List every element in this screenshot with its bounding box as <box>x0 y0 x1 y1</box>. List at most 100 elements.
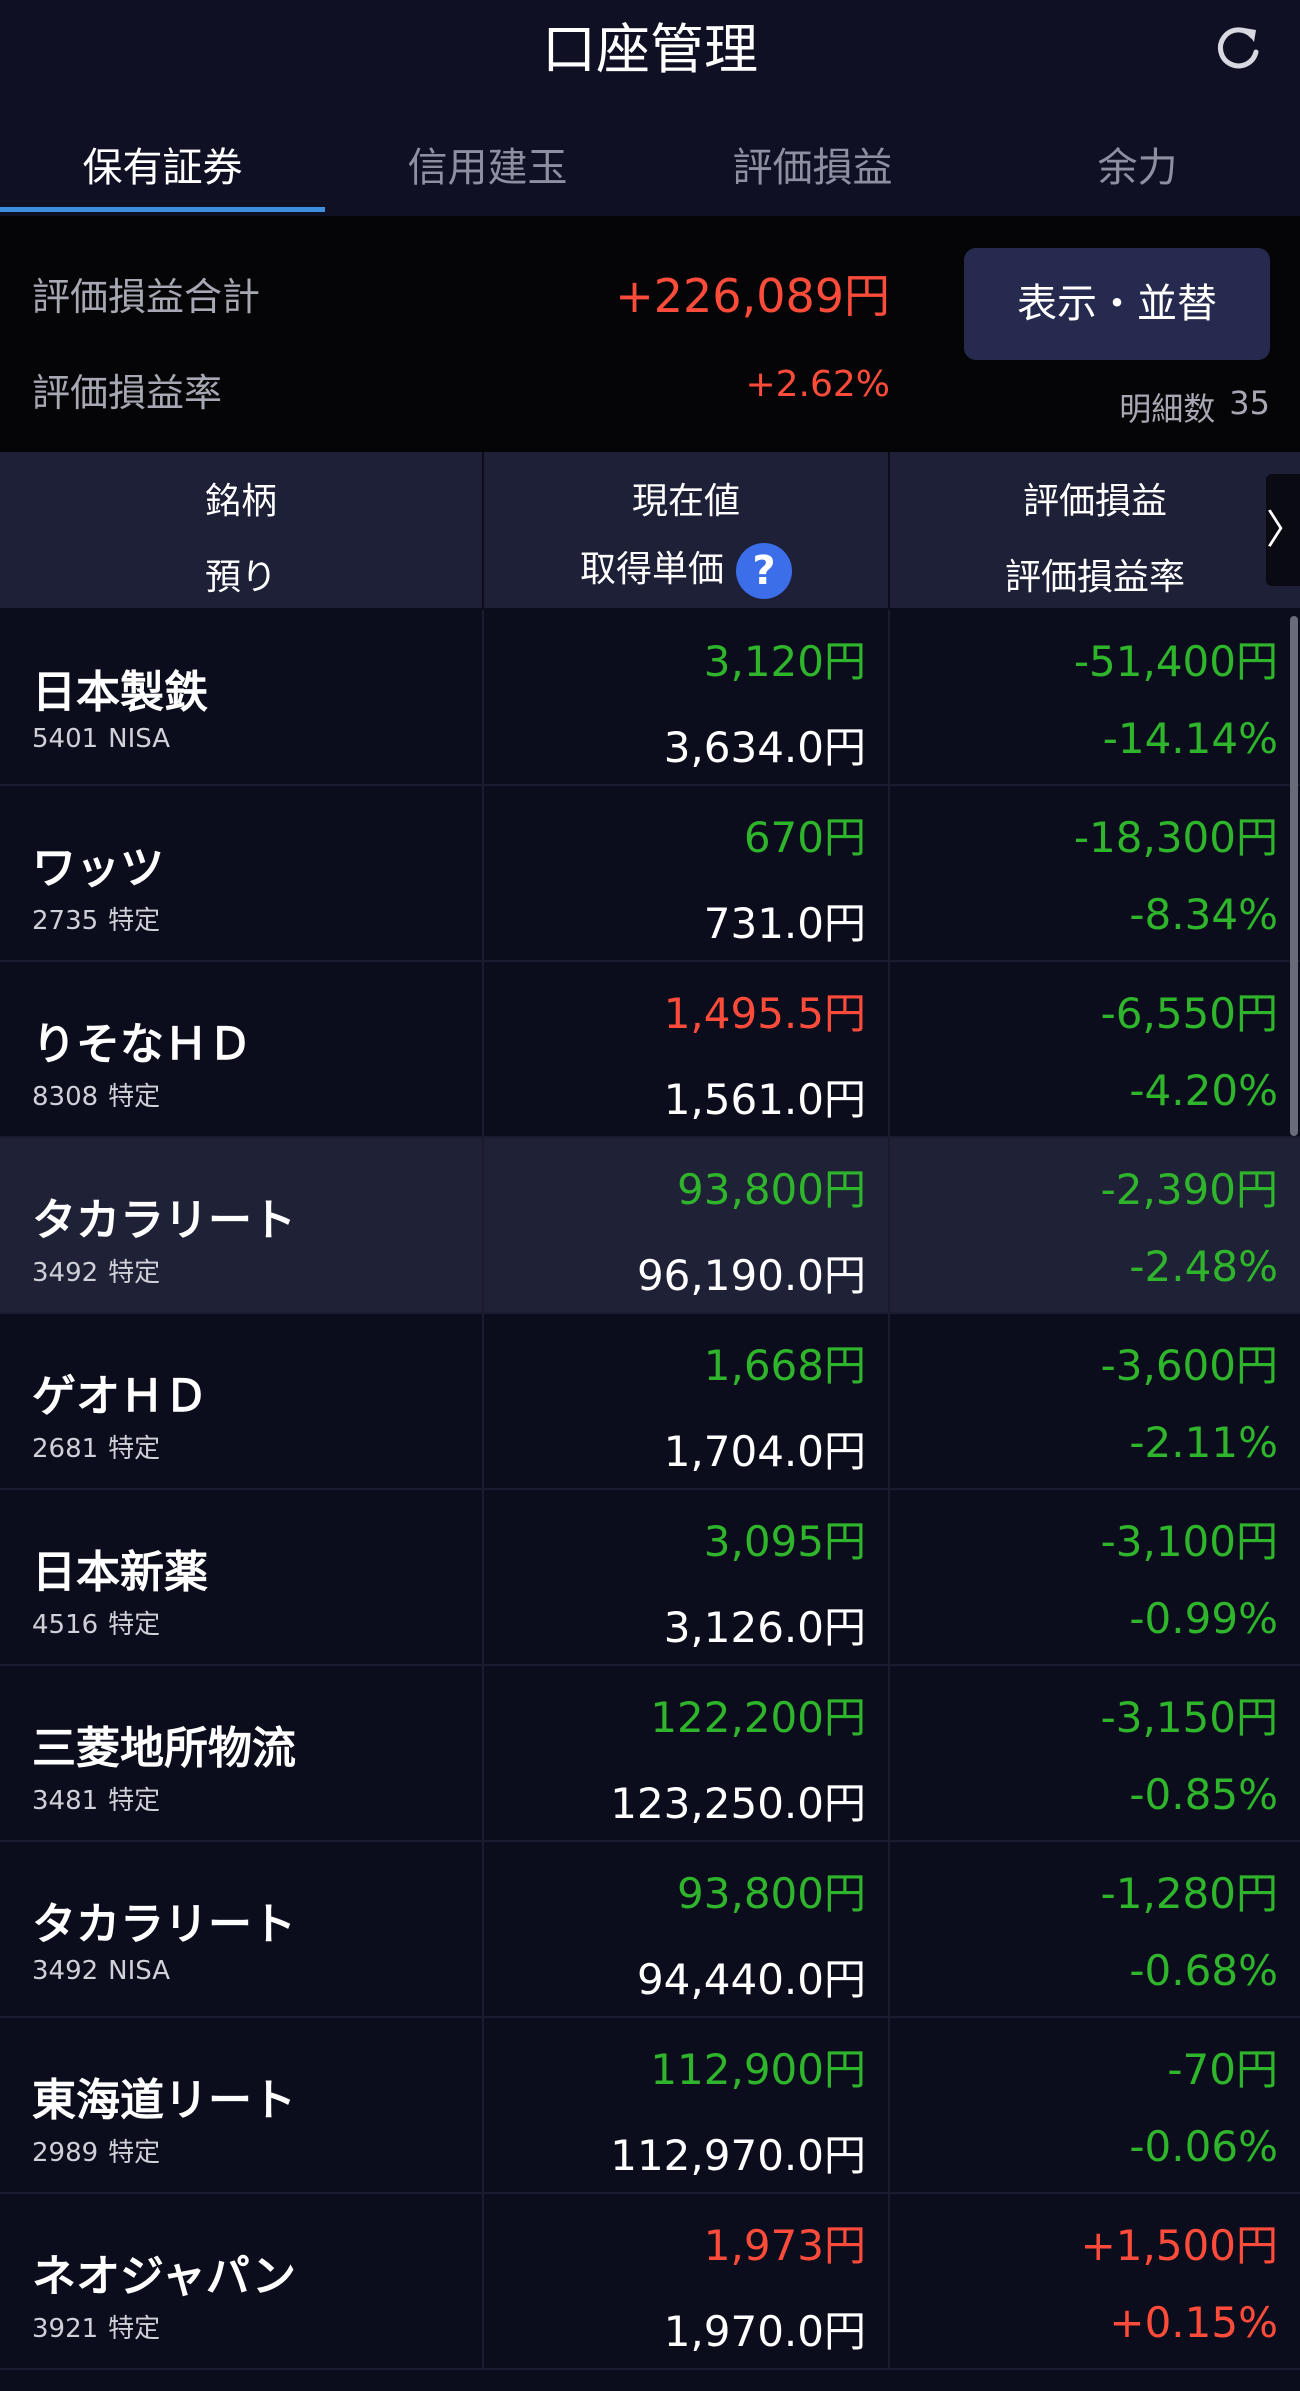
valuation-pl-rate: -0.68% <box>1129 1946 1278 1995</box>
acquisition-cost: 1,561.0円 <box>663 1075 866 1124</box>
table-row[interactable]: ゲオＨＤ 2681 特定 1,668円 1,704.0円 -3,600円 -2.1… <box>0 1314 1300 1490</box>
total-pl-value: +226,089円 <box>615 269 890 323</box>
current-price: 3,120円 <box>703 637 866 686</box>
refresh-icon[interactable] <box>1208 18 1268 78</box>
stock-meta: 8308 特定 <box>32 1076 160 1113</box>
valuation-pl: -3,150円 <box>1100 1693 1278 1742</box>
stock-meta: 2681 特定 <box>32 1428 160 1465</box>
item-count-value: 35 <box>1229 384 1270 422</box>
table-row[interactable]: ワッツ 2735 特定 670円 731.0円 -18,300円 -8.34% <box>0 786 1300 962</box>
table-row[interactable]: タカラリート 3492 NISA 93,800円 94,440.0円 -1,280… <box>0 1842 1300 2018</box>
stock-name: 東海道リート <box>32 2075 296 2126</box>
page-title: 口座管理 <box>542 18 758 81</box>
header-pl: 評価損益 <box>1022 481 1167 522</box>
cell-stock: ワッツ 2735 特定 <box>0 786 484 960</box>
valuation-pl-rate: -0.85% <box>1129 1770 1278 1819</box>
valuation-pl: +1,500円 <box>1080 2221 1278 2270</box>
account-type: 特定 <box>108 1786 161 1816</box>
item-count-label: 明細数 <box>1119 390 1216 428</box>
cell-pl: -1,280円 -0.68% <box>890 1842 1300 2016</box>
total-pl-label: 評価損益合計 <box>32 275 261 319</box>
current-price: 122,200円 <box>650 1693 866 1742</box>
account-type: 特定 <box>108 2314 161 2344</box>
table-row[interactable]: タカラリート 3492 特定 93,800円 96,190.0円 -2,390円 … <box>0 1138 1300 1314</box>
cell-pl: -3,100円 -0.99% <box>890 1490 1300 1664</box>
current-price: 1,973円 <box>703 2221 866 2270</box>
cell-pl: -70円 -0.06% <box>890 2018 1300 2192</box>
cell-price: 1,668円 1,704.0円 <box>484 1314 890 1488</box>
table-row[interactable]: りそなＨＤ 8308 特定 1,495.5円 1,561.0円 -6,550円 -… <box>0 962 1300 1138</box>
valuation-pl: -3,600円 <box>1100 1341 1278 1390</box>
stock-code: 2681 <box>32 1434 99 1464</box>
cell-pl: -3,150円 -0.85% <box>890 1666 1300 1840</box>
cell-price: 3,120円 3,634.0円 <box>484 610 890 784</box>
valuation-pl: -70円 <box>1167 2045 1278 2094</box>
cell-price: 3,095円 3,126.0円 <box>484 1490 890 1664</box>
stock-meta: 2735 特定 <box>32 900 160 937</box>
current-price: 93,800円 <box>677 1165 866 1214</box>
stock-name: ネオジャパン <box>32 2251 296 2302</box>
stock-code: 2989 <box>32 2138 99 2168</box>
valuation-pl-rate: -8.34% <box>1129 890 1278 939</box>
cell-stock: 日本製鉄 5401 NISA <box>0 610 484 784</box>
stock-meta: 3481 特定 <box>32 1780 160 1817</box>
acquisition-cost: 3,126.0円 <box>663 1603 866 1652</box>
current-price: 3,095円 <box>703 1517 866 1566</box>
tab-holdings[interactable]: 保有証券 <box>0 100 325 216</box>
stock-meta: 4516 特定 <box>32 1604 160 1641</box>
stock-name: りそなＨＤ <box>32 1019 252 1070</box>
cell-pl: -51,400円 -14.14% <box>890 610 1300 784</box>
valuation-pl: -18,300円 <box>1073 813 1278 862</box>
cell-pl: -2,390円 -2.48% <box>890 1138 1300 1312</box>
stock-code: 3492 <box>32 1258 99 1288</box>
cell-pl: -18,300円 -8.34% <box>890 786 1300 960</box>
table-row[interactable]: 日本新薬 4516 特定 3,095円 3,126.0円 -3,100円 -0.9… <box>0 1490 1300 1666</box>
table-row[interactable]: ネオジャパン 3921 特定 1,973円 1,970.0円 +1,500円 +0… <box>0 2194 1300 2370</box>
account-type: 特定 <box>108 906 161 936</box>
acquisition-cost: 731.0円 <box>703 899 866 948</box>
stock-code: 3921 <box>32 2314 99 2344</box>
scrollbar[interactable] <box>1290 616 1298 1136</box>
valuation-pl: -2,390円 <box>1100 1165 1278 1214</box>
account-type: NISA <box>108 1956 171 1986</box>
stock-name: 日本新薬 <box>32 1547 208 1598</box>
cell-price: 93,800円 94,440.0円 <box>484 1842 890 2016</box>
valuation-pl: -1,280円 <box>1100 1869 1278 1918</box>
cell-price: 122,200円 123,250.0円 <box>484 1666 890 1840</box>
pl-rate-label: 評価損益率 <box>32 371 223 415</box>
stock-name: 三菱地所物流 <box>32 1723 296 1774</box>
table-header: 銘柄 預り 現在値 取得単価? 評価損益 評価損益率 〉 <box>0 452 1300 608</box>
stock-meta: 2989 特定 <box>32 2132 160 2169</box>
account-type: 特定 <box>108 1434 161 1464</box>
table-row[interactable]: 東海道リート 2989 特定 112,900円 112,970.0円 -70円 -… <box>0 2018 1300 2194</box>
acquisition-cost: 96,190.0円 <box>636 1251 866 1300</box>
valuation-pl-rate: -2.48% <box>1129 1242 1278 1291</box>
acquisition-cost: 3,634.0円 <box>663 723 866 772</box>
stock-name: 日本製鉄 <box>32 667 208 718</box>
valuation-pl-rate: +0.15% <box>1109 2298 1278 2347</box>
stock-code: 8308 <box>32 1082 99 1112</box>
table-row[interactable]: 三菱地所物流 3481 特定 122,200円 123,250.0円 -3,150… <box>0 1666 1300 1842</box>
acquisition-cost: 112,970.0円 <box>610 2131 866 2180</box>
cell-price: 112,900円 112,970.0円 <box>484 2018 890 2192</box>
account-type: 特定 <box>108 1610 161 1640</box>
item-count: 明細数 35 <box>1119 384 1270 430</box>
tab-margin-positions[interactable]: 信用建玉 <box>325 100 650 216</box>
chevron-right-icon[interactable]: 〉 <box>1266 474 1300 586</box>
header-current-price: 現在値 <box>631 481 740 522</box>
stock-code: 4516 <box>32 1610 99 1640</box>
stock-meta: 3492 特定 <box>32 1252 160 1289</box>
valuation-pl: -51,400円 <box>1073 637 1278 686</box>
table-row[interactable]: 日本製鉄 5401 NISA 3,120円 3,634.0円 -51,400円 -… <box>0 610 1300 786</box>
stock-name: タカラリート <box>32 1899 296 1950</box>
help-icon[interactable]: ? <box>736 543 792 599</box>
header-pl-rate: 評価損益率 <box>1004 557 1185 598</box>
summary-panel: 評価損益合計 +226,089円 評価損益率 +2.62% 表示・並替 明細数 … <box>0 216 1300 452</box>
cell-pl: -3,600円 -2.11% <box>890 1314 1300 1488</box>
tab-valuation[interactable]: 評価損益 <box>650 100 975 216</box>
stock-meta: 3492 NISA <box>32 1956 170 1986</box>
cell-price: 1,495.5円 1,561.0円 <box>484 962 890 1136</box>
display-sort-button[interactable]: 表示・並替 <box>964 248 1270 360</box>
cell-price: 93,800円 96,190.0円 <box>484 1138 890 1312</box>
tab-buying-power[interactable]: 余力 <box>975 100 1300 216</box>
